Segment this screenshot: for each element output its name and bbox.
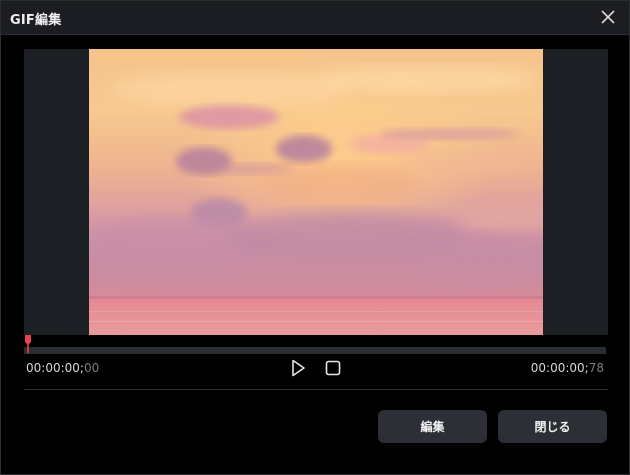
gif-edit-dialog: GIF編集 00:00:00;00 00:00:00;78 編集 閉じる (0, 0, 630, 475)
sunset-frame-image (89, 49, 543, 335)
title-bar: GIF編集 (1, 1, 629, 35)
close-button[interactable] (597, 6, 619, 28)
current-time: 00:00:00;00 (26, 361, 99, 375)
timeline-slider[interactable] (24, 335, 606, 355)
play-icon (292, 359, 305, 377)
video-preview (24, 49, 608, 335)
stop-icon (325, 360, 341, 376)
edit-button-label: 編集 (420, 420, 445, 434)
total-time-main: 00:00:00; (530, 361, 589, 375)
close-icon (601, 10, 615, 24)
current-time-main: 00:00:00; (26, 361, 84, 375)
timeline-track[interactable] (24, 347, 606, 354)
playhead-handle[interactable] (24, 335, 32, 353)
close-dialog-button[interactable]: 閉じる (498, 410, 607, 443)
total-time: 00:00:00;78 (531, 361, 604, 375)
edit-button[interactable]: 編集 (378, 410, 487, 443)
close-button-label: 閉じる (534, 420, 571, 434)
dialog-title: GIF編集 (10, 13, 62, 28)
total-time-frames: 78 (588, 361, 604, 375)
video-frame (89, 49, 543, 335)
divider (24, 389, 608, 390)
play-button[interactable] (288, 358, 308, 378)
stop-button[interactable] (324, 359, 342, 377)
current-time-frames: 00 (83, 361, 100, 375)
playhead-marker-icon (25, 335, 31, 353)
